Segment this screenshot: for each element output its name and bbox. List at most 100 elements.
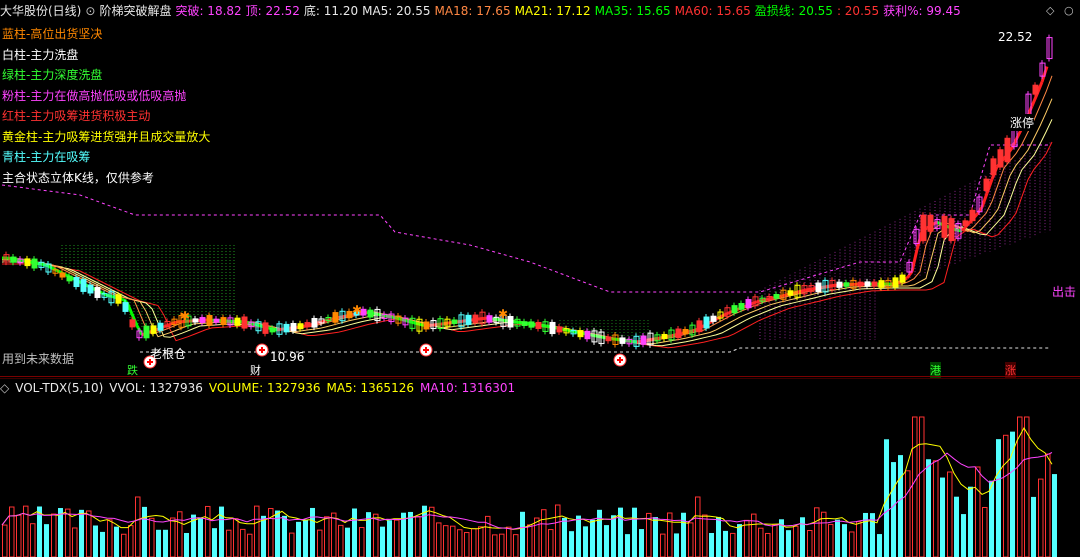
volume-bar-up	[478, 526, 484, 557]
volume-bar-down	[653, 517, 658, 557]
volume-bar-down	[737, 524, 742, 557]
volume-bar-down	[562, 517, 567, 557]
volume-bar-up	[513, 534, 519, 557]
volume-bar-up	[359, 527, 365, 557]
volume-bar-up	[975, 466, 981, 557]
volume-bar-down	[709, 532, 714, 557]
volume-bar-down	[940, 477, 945, 557]
volume-bar-down	[926, 459, 931, 557]
volume-bar-up	[499, 533, 505, 557]
volume-bar-down	[884, 439, 889, 557]
volume-bar-up	[506, 526, 512, 557]
volume-bar-up	[905, 470, 911, 557]
volume-bar-up	[660, 533, 666, 557]
volume-bar-up	[149, 517, 155, 557]
volume-bar-down	[275, 510, 280, 557]
volume-bar-down	[345, 527, 350, 557]
volume-bar-down	[989, 480, 994, 557]
volume-bar-up	[268, 508, 274, 557]
volume-bar-up	[457, 529, 463, 557]
volume-bar-up	[107, 519, 113, 557]
volume-bar-up	[758, 527, 764, 557]
volume-bar-down	[1052, 474, 1057, 557]
volume-bar-up	[135, 496, 141, 557]
volume-bar-down	[681, 512, 686, 557]
volume-bar-down	[639, 529, 644, 557]
volume-bar-up	[1003, 434, 1009, 557]
volume-chart[interactable]	[0, 0, 1080, 557]
volume-bar-up	[744, 519, 750, 557]
volume-bar-down	[310, 507, 315, 557]
volume-bar-up	[121, 533, 127, 557]
volume-bar-up	[205, 505, 211, 557]
volume-bar-up	[947, 471, 953, 557]
volume-bar-down	[212, 528, 217, 557]
volume-bar-down	[674, 533, 679, 557]
volume-bar-up	[289, 532, 295, 557]
volume-bar-up	[912, 416, 918, 557]
volume-bar-down	[898, 455, 903, 557]
volume-bar-up	[254, 505, 260, 557]
volume-bar-down	[716, 516, 721, 557]
volume-bar-down	[303, 519, 308, 557]
volume-bar-down	[569, 531, 574, 557]
volume-bar-up	[233, 518, 239, 557]
volume-bar-up	[1045, 453, 1051, 557]
volume-bar-up	[548, 529, 554, 557]
volume-bar-down	[142, 506, 147, 557]
volume-bar-up	[471, 528, 477, 557]
volume-bar-down	[835, 519, 840, 557]
volume-bar-down	[604, 525, 609, 557]
volume-bar-up	[338, 524, 344, 557]
volume-bar-down	[387, 520, 392, 557]
volume-bar-up	[415, 515, 421, 557]
volume-bar-up	[982, 506, 988, 557]
volume-bar-up	[919, 416, 925, 557]
volume-bar-down	[198, 517, 203, 557]
volume-bar-up	[856, 521, 862, 557]
volume-bar-up	[541, 509, 547, 557]
volume-bar-down	[842, 524, 847, 557]
volume-bar-up	[772, 524, 778, 557]
volume-bar-down	[996, 439, 1001, 557]
volume-bar-up	[394, 519, 400, 557]
volume-bar-down	[261, 515, 266, 557]
volume-bar-up	[86, 510, 92, 557]
volume-bar-up	[177, 511, 183, 557]
volume-bar-up	[807, 529, 813, 557]
volume-bar-down	[723, 530, 728, 557]
volume-bar-down	[163, 529, 168, 557]
volume-bar-up	[128, 525, 134, 557]
volume-bar-up	[16, 514, 22, 557]
volume-bar-up	[702, 514, 708, 557]
volume-bar-up	[72, 527, 78, 557]
volume-bar-down	[877, 534, 882, 557]
volume-bar-up	[730, 532, 736, 557]
volume-bar-up	[765, 532, 771, 557]
volume-bar-down	[219, 506, 224, 557]
volume-bar-down	[352, 508, 357, 557]
volume-bar-down	[632, 507, 637, 557]
volume-bar-down	[968, 486, 973, 557]
volume-bar-up	[464, 532, 470, 557]
volume-bar-down	[100, 531, 105, 557]
volume-bar-up	[555, 504, 561, 557]
volume-bar-down	[583, 526, 588, 557]
volume-bar-down	[44, 524, 49, 557]
volume-bar-up	[1024, 416, 1030, 557]
volume-bar-down	[590, 519, 595, 557]
volume-bar-down	[156, 529, 161, 557]
volume-bar-down	[618, 507, 623, 557]
volume-bar-up	[828, 523, 834, 557]
volume-bar-up	[30, 523, 36, 557]
volume-bar-up	[65, 508, 71, 557]
volume-bar-down	[625, 534, 630, 557]
volume-bar-up	[443, 525, 449, 557]
volume-bar-up	[226, 529, 232, 557]
volume-bar-up	[527, 524, 533, 557]
volume-bar-up	[51, 513, 57, 557]
volume-bar-down	[1010, 431, 1015, 557]
volume-bar-down	[786, 530, 791, 557]
volume-bar-down	[184, 532, 189, 557]
volume-bar-up	[331, 512, 337, 557]
